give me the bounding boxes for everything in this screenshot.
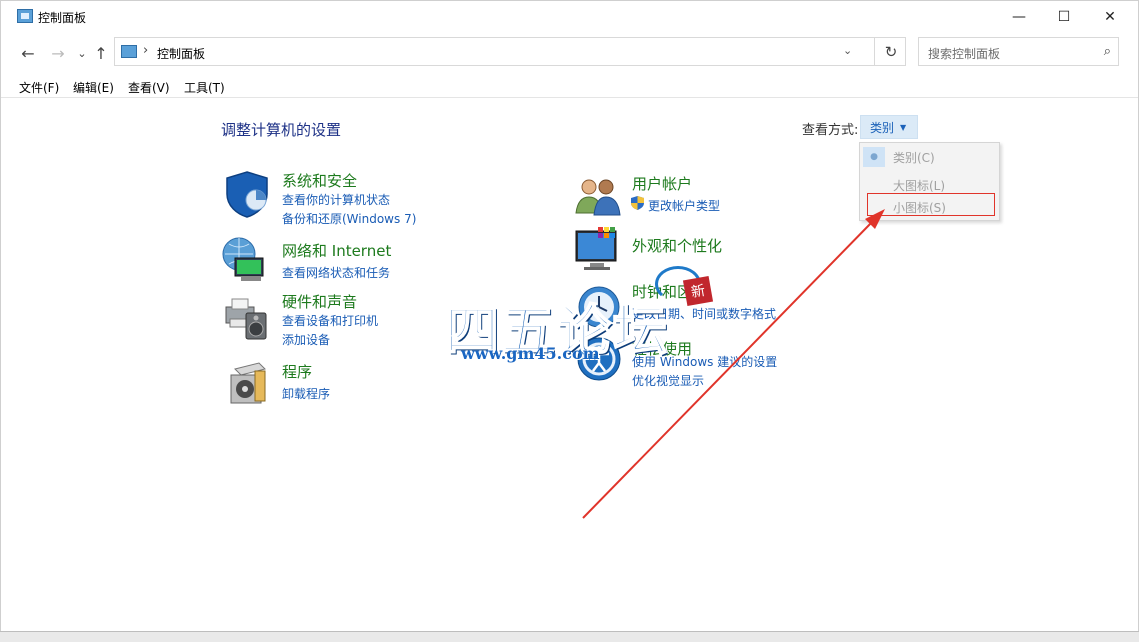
programs-box-icon[interactable] bbox=[225, 359, 273, 407]
uac-shield-icon bbox=[631, 196, 644, 210]
category-link[interactable]: 添加设备 bbox=[282, 331, 330, 348]
watermark-badge: 新 bbox=[682, 275, 714, 307]
page-title: 调整计算机的设置 bbox=[221, 121, 342, 139]
menu-edit[interactable]: 编辑(E) bbox=[73, 79, 114, 96]
window-title: 控制面板 bbox=[38, 11, 87, 25]
category-title[interactable]: 系统和安全 bbox=[282, 170, 357, 191]
category-link[interactable]: 卸载程序 bbox=[282, 385, 330, 402]
network-globe-icon[interactable] bbox=[221, 236, 269, 284]
view-by-option-large-icons[interactable]: 大图标(L) bbox=[860, 173, 999, 195]
category-title[interactable]: 网络和 Internet bbox=[282, 240, 391, 261]
up-button[interactable]: ↑ bbox=[91, 43, 111, 63]
search-input[interactable]: 搜索控制面板 bbox=[928, 45, 1000, 62]
menu-file[interactable]: 文件(F) bbox=[19, 79, 59, 96]
breadcrumb-control-panel[interactable]: 控制面板 bbox=[157, 45, 205, 62]
control-panel-icon bbox=[17, 9, 33, 23]
category-link[interactable]: 查看你的计算机状态 bbox=[282, 191, 390, 208]
category-title[interactable]: 用户帐户 bbox=[632, 173, 692, 194]
printer-speaker-icon[interactable] bbox=[222, 293, 270, 341]
breadcrumb-separator-icon[interactable]: › bbox=[143, 43, 148, 58]
search-icon[interactable]: ⌕ bbox=[1104, 44, 1111, 59]
category-link[interactable]: 查看网络状态和任务 bbox=[282, 264, 390, 281]
chevron-down-icon: ▼ bbox=[900, 122, 907, 132]
menu-bar: 文件(F) 编辑(E) 查看(V) 工具(T) bbox=[1, 77, 1138, 97]
menu-tools[interactable]: 工具(T) bbox=[184, 79, 225, 96]
forward-button[interactable]: → bbox=[48, 43, 68, 63]
view-by-value: 类别 bbox=[870, 120, 895, 135]
control-panel-window: 控制面板 — ☐ ✕ ← → ⌄ ↑ › 控制面板 ⌄ ↻ 搜索控制面板 ⌕ 文… bbox=[0, 0, 1139, 632]
shield-icon[interactable] bbox=[223, 170, 271, 218]
search-box[interactable]: 搜索控制面板 ⌕ bbox=[918, 37, 1119, 66]
close-button[interactable]: ✕ bbox=[1087, 1, 1133, 33]
navigation-bar: ← → ⌄ ↑ › 控制面板 ⌄ ↻ 搜索控制面板 ⌕ bbox=[1, 37, 1138, 69]
title-bar: 控制面板 — ☐ ✕ bbox=[1, 1, 1138, 33]
control-panel-icon bbox=[121, 45, 137, 58]
users-icon[interactable] bbox=[574, 173, 622, 221]
divider bbox=[1, 97, 1138, 98]
selected-bullet-icon: ● bbox=[863, 147, 885, 167]
category-title[interactable]: 硬件和声音 bbox=[282, 291, 357, 312]
category-link[interactable]: 备份和还原(Windows 7) bbox=[282, 210, 416, 227]
view-by-label: 查看方式: bbox=[802, 123, 859, 138]
category-title[interactable]: 程序 bbox=[282, 361, 312, 382]
refresh-button[interactable]: ↻ bbox=[874, 38, 907, 65]
category-link[interactable]: 查看设备和打印机 bbox=[282, 312, 378, 329]
category-title[interactable]: 外观和个性化 bbox=[632, 235, 722, 256]
background-window-strip bbox=[0, 631, 1139, 642]
maximize-button[interactable]: ☐ bbox=[1041, 1, 1087, 33]
address-bar[interactable]: › 控制面板 ⌄ ↻ bbox=[114, 37, 906, 66]
recent-locations-button[interactable]: ⌄ bbox=[72, 43, 92, 63]
monitor-palette-icon[interactable] bbox=[574, 225, 622, 273]
minimize-button[interactable]: — bbox=[996, 1, 1042, 33]
view-by-dropdown[interactable]: 类别 ▼ bbox=[860, 115, 918, 139]
view-by-option-category[interactable]: ● 类别(C) bbox=[860, 145, 999, 167]
address-history-dropdown-icon[interactable]: ⌄ bbox=[843, 44, 852, 57]
watermark-logo: 四五论坛 www.gm45.com 新 bbox=[444, 266, 714, 376]
category-link[interactable]: 更改帐户类型 bbox=[648, 197, 720, 214]
menu-view[interactable]: 查看(V) bbox=[128, 79, 170, 96]
annotation-highlight-box bbox=[867, 193, 995, 216]
back-button[interactable]: ← bbox=[18, 43, 38, 63]
watermark-url: www.gm45.com bbox=[461, 344, 600, 363]
